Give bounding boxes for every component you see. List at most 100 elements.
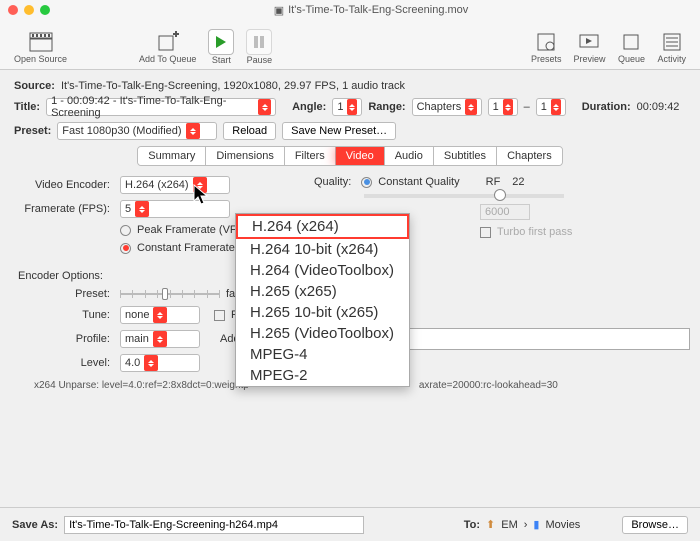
preview-label: Preview [573, 54, 605, 64]
preview-icon [575, 30, 603, 54]
video-encoder-value: H.264 (x264) [125, 179, 189, 191]
tune-label: Tune: [14, 309, 114, 321]
dropdown-arrow-icon [153, 331, 167, 347]
duration-label: Duration: [582, 101, 631, 113]
framerate-label: Framerate (FPS): [14, 203, 114, 215]
queue-button[interactable]: Queue [611, 30, 651, 64]
preset-value: Fast 1080p30 (Modified) [62, 125, 181, 137]
peak-framerate-radio[interactable] [120, 225, 131, 236]
preset-label: Preset: [14, 125, 51, 137]
profile-select[interactable]: main [120, 330, 200, 348]
tab-chapters[interactable]: Chapters [497, 147, 562, 165]
add-to-queue-button[interactable]: Add To Queue [133, 30, 202, 64]
main-toolbar: Open Source Add To Queue Start Pause Pre… [0, 20, 700, 70]
film-icon [27, 30, 55, 54]
constant-framerate-radio[interactable] [120, 243, 131, 254]
title-label: Title: [14, 101, 40, 113]
folder-icon: ▮ [533, 518, 539, 531]
open-source-button[interactable]: Open Source [8, 30, 73, 64]
range-dash: – [524, 101, 530, 113]
dropdown-arrow-icon [258, 99, 271, 115]
close-window-button[interactable] [8, 5, 18, 15]
title-select[interactable]: 1 - 00:09:42 - It's-Time-To-Talk-Eng-Scr… [46, 98, 276, 116]
encoder-option[interactable]: H.264 10-bit (x264) [236, 239, 409, 260]
browse-button[interactable]: Browse… [622, 516, 688, 534]
video-encoder-label: Video Encoder: [14, 179, 114, 191]
window-title-text: It's-Time-To-Talk-Eng-Screening.mov [288, 4, 468, 16]
save-as-input[interactable] [64, 516, 364, 534]
fastdecode-checkbox[interactable] [214, 310, 225, 321]
encoder-option[interactable]: MPEG-2 [236, 365, 409, 386]
titlebar: ▣ It's-Time-To-Talk-Eng-Screening.mov [0, 0, 700, 20]
quality-slider[interactable] [364, 194, 564, 198]
quality-label: Quality: [314, 176, 351, 188]
range-to-select[interactable]: 1 [536, 98, 566, 116]
level-select[interactable]: 4.0 [120, 354, 200, 372]
presets-icon [532, 30, 560, 54]
peak-framerate-label: Peak Framerate (VFR) [137, 224, 248, 236]
profile-value: main [125, 333, 149, 345]
angle-value: 1 [337, 101, 343, 113]
encoder-option[interactable]: H.264 (VideoToolbox) [236, 260, 409, 281]
range-from-select[interactable]: 1 [488, 98, 518, 116]
pause-label: Pause [247, 55, 273, 65]
dropdown-arrow-icon [551, 99, 561, 115]
tab-subtitles[interactable]: Subtitles [434, 147, 497, 165]
window-controls [8, 5, 50, 15]
range-type-select[interactable]: Chapters [412, 98, 482, 116]
source-value: It's-Time-To-Talk-Eng-Screening, 1920x10… [61, 80, 405, 92]
level-value: 4.0 [125, 357, 140, 369]
bottom-bar: Save As: To: ⬆ EM › ▮ Movies Browse… [0, 507, 700, 541]
avg-bitrate-input: 6000 [480, 204, 530, 220]
tab-audio[interactable]: Audio [385, 147, 434, 165]
range-type-value: Chapters [417, 101, 462, 113]
presets-label: Presets [531, 54, 562, 64]
encoder-preset-label: Preset: [14, 288, 114, 300]
open-source-label: Open Source [14, 54, 67, 64]
dropdown-arrow-icon [135, 201, 149, 217]
minimize-window-button[interactable] [24, 5, 34, 15]
presets-button[interactable]: Presets [525, 30, 568, 64]
pause-icon [246, 29, 272, 55]
constant-quality-radio[interactable] [361, 177, 372, 188]
angle-select[interactable]: 1 [332, 98, 362, 116]
framerate-value: 5 [125, 203, 131, 215]
encoder-option[interactable]: H.265 10-bit (x265) [236, 302, 409, 323]
to-label: To: [464, 519, 480, 531]
to-path-parent[interactable]: EM [501, 519, 518, 531]
mouse-cursor-icon [193, 184, 211, 211]
turbo-checkbox [480, 227, 491, 238]
profile-label: Profile: [14, 333, 114, 345]
dropdown-arrow-icon [186, 123, 200, 139]
dropdown-arrow-icon [465, 99, 476, 115]
tab-video[interactable]: Video [336, 147, 385, 165]
tab-summary[interactable]: Summary [138, 147, 206, 165]
activity-button[interactable]: Activity [651, 30, 692, 64]
tune-select[interactable]: none [120, 306, 200, 324]
level-label: Level: [14, 357, 114, 369]
preset-select[interactable]: Fast 1080p30 (Modified) [57, 122, 217, 140]
zoom-window-button[interactable] [40, 5, 50, 15]
encoder-option[interactable]: H.264 (x264) [236, 214, 409, 239]
video-encoder-select[interactable]: H.264 (x264) [120, 176, 230, 194]
framerate-select[interactable]: 5 [120, 200, 230, 218]
save-new-preset-button[interactable]: Save New Preset… [282, 122, 396, 140]
queue-icon [617, 30, 645, 54]
preview-button[interactable]: Preview [567, 30, 611, 64]
reload-button[interactable]: Reload [223, 122, 276, 140]
encoder-option[interactable]: MPEG-4 [236, 344, 409, 365]
tabs: Summary Dimensions Filters Video Audio S… [14, 146, 686, 166]
encoder-option[interactable]: H.265 (VideoToolbox) [236, 323, 409, 344]
rf-label: RF [486, 176, 501, 188]
encoder-option[interactable]: H.265 (x265) [236, 281, 409, 302]
tab-filters[interactable]: Filters [285, 147, 336, 165]
turbo-label: Turbo first pass [497, 226, 572, 238]
add-to-queue-label: Add To Queue [139, 54, 196, 64]
additional-options-input[interactable] [400, 328, 690, 350]
start-button[interactable]: Start [202, 29, 240, 65]
tab-dimensions[interactable]: Dimensions [206, 147, 284, 165]
to-path-folder[interactable]: Movies [545, 519, 580, 531]
pause-button[interactable]: Pause [240, 29, 278, 65]
encoder-preset-slider[interactable] [120, 293, 220, 295]
range-from-value: 1 [493, 101, 499, 113]
